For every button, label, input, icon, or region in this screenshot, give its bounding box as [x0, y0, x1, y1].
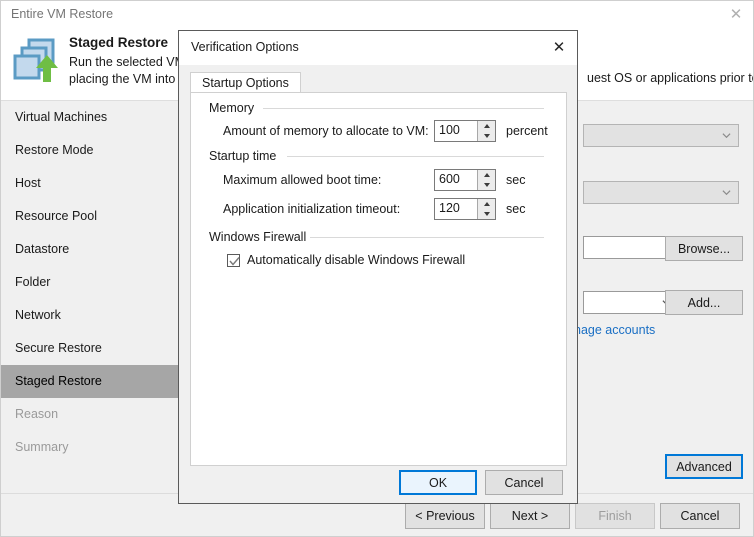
sidebar-item-folder[interactable]: Folder — [1, 266, 178, 299]
max-boot-time-unit: sec — [506, 173, 526, 187]
verification-options-dialog: Verification Options ✕ Startup Options M… — [178, 30, 578, 504]
sidebar-item-resource-pool[interactable]: Resource Pool — [1, 200, 178, 233]
chevron-down-icon — [722, 132, 731, 138]
group-rule-startup-time — [287, 156, 544, 157]
sidebar-item-reason: Reason — [1, 398, 178, 431]
chevron-down-icon — [722, 189, 731, 195]
sidebar-item-virtual-machines[interactable]: Virtual Machines — [1, 101, 178, 134]
max-boot-time-stepper[interactable]: 600 — [434, 169, 496, 191]
memory-percent-stepper[interactable]: 100 — [434, 120, 496, 142]
sidebar-item-staged-restore[interactable]: Staged Restore — [1, 365, 192, 398]
sidebar-item-label: Secure Restore — [15, 341, 102, 355]
group-label-startup-time: Startup time — [209, 149, 283, 163]
memory-unit-label: percent — [506, 124, 548, 138]
sidebar-item-label: Summary — [15, 440, 69, 454]
stepper-buttons[interactable] — [477, 170, 495, 190]
sidebar-item-secure-restore[interactable]: Secure Restore — [1, 332, 178, 365]
advanced-button[interactable]: Advanced — [665, 454, 743, 479]
page-description-left: Run the selected VM — [69, 55, 186, 69]
stepper-up-icon[interactable] — [478, 170, 495, 180]
tabstrip: Startup Options — [190, 72, 567, 93]
stepper-up-icon[interactable] — [478, 199, 495, 209]
cancel-button[interactable]: Cancel — [660, 503, 740, 529]
manage-accounts-link[interactable]: nage accounts — [574, 323, 655, 337]
close-icon[interactable]: ✕ — [547, 37, 571, 59]
group-rule-memory — [263, 108, 544, 109]
sidebar-item-label: Reason — [15, 407, 59, 421]
staging-job-combo — [583, 124, 739, 147]
wizard-title: Entire VM Restore — [11, 7, 114, 21]
memory-amount-label: Amount of memory to allocate to VM: — [223, 124, 429, 138]
sidebar-item-label: Host — [15, 176, 41, 190]
app-init-timeout-label: Application initialization timeout: — [223, 202, 401, 216]
wizard-sidebar: Virtual Machines Restore Mode Host Resou… — [1, 101, 192, 493]
sidebar-item-restore-mode[interactable]: Restore Mode — [1, 134, 178, 167]
app-init-timeout-unit: sec — [506, 202, 526, 216]
max-boot-time-label: Maximum allowed boot time: — [223, 173, 382, 187]
dialog-cancel-button[interactable]: Cancel — [485, 470, 563, 495]
staging-vlan-combo — [583, 181, 739, 204]
app-init-timeout-stepper[interactable]: 120 — [434, 198, 496, 220]
sidebar-item-summary: Summary — [1, 431, 178, 464]
disable-firewall-label: Automatically disable Windows Firewall — [247, 253, 466, 267]
stepper-down-icon[interactable] — [478, 131, 495, 141]
dialog-titlebar: Verification Options ✕ — [179, 31, 577, 65]
checkbox-icon[interactable] — [227, 254, 240, 267]
sidebar-item-host[interactable]: Host — [1, 167, 178, 200]
group-rule-windows-firewall — [310, 237, 544, 238]
sidebar-item-network[interactable]: Network — [1, 299, 178, 332]
sidebar-item-datastore[interactable]: Datastore — [1, 233, 178, 266]
sidebar-item-label: Staged Restore — [15, 374, 102, 388]
sidebar-item-label: Folder — [15, 275, 51, 289]
browse-button[interactable]: Browse... — [665, 236, 743, 261]
page-title: Staged Restore — [69, 35, 169, 50]
previous-button[interactable]: < Previous — [405, 503, 485, 529]
max-boot-time-value: 600 — [439, 172, 460, 186]
group-label-windows-firewall: Windows Firewall — [209, 230, 313, 244]
app-init-timeout-value: 120 — [439, 201, 460, 215]
ok-button[interactable]: OK — [399, 470, 477, 495]
entire-vm-restore-wizard: Entire VM Restore ✕ Staged Restore Run t… — [0, 0, 754, 537]
stepper-down-icon[interactable] — [478, 180, 495, 190]
sidebar-item-label: Resource Pool — [15, 209, 97, 223]
finish-button: Finish — [575, 503, 655, 529]
close-icon[interactable]: ✕ — [725, 5, 747, 25]
page-description-right: uest OS or applications prior to — [587, 71, 754, 85]
next-button[interactable]: Next > — [490, 503, 570, 529]
dialog-title: Verification Options — [191, 40, 299, 54]
stepper-up-icon[interactable] — [478, 121, 495, 131]
staged-restore-icon — [11, 35, 69, 93]
stepper-buttons[interactable] — [477, 121, 495, 141]
add-account-button[interactable]: Add... — [665, 290, 743, 315]
sidebar-item-label: Restore Mode — [15, 143, 94, 157]
page-description-left2: placing the VM into — [69, 72, 176, 86]
sidebar-item-label: Virtual Machines — [15, 110, 108, 124]
memory-percent-value: 100 — [439, 123, 460, 137]
stepper-buttons[interactable] — [477, 199, 495, 219]
tab-startup-options[interactable]: Startup Options — [190, 72, 301, 93]
sidebar-item-label: Network — [15, 308, 61, 322]
wizard-titlebar: Entire VM Restore ✕ — [1, 1, 753, 29]
sidebar-item-label: Datastore — [15, 242, 70, 256]
group-label-memory: Memory — [209, 101, 261, 115]
tab-panel-startup-options: Memory Amount of memory to allocate to V… — [190, 92, 567, 466]
stepper-down-icon[interactable] — [478, 209, 495, 219]
